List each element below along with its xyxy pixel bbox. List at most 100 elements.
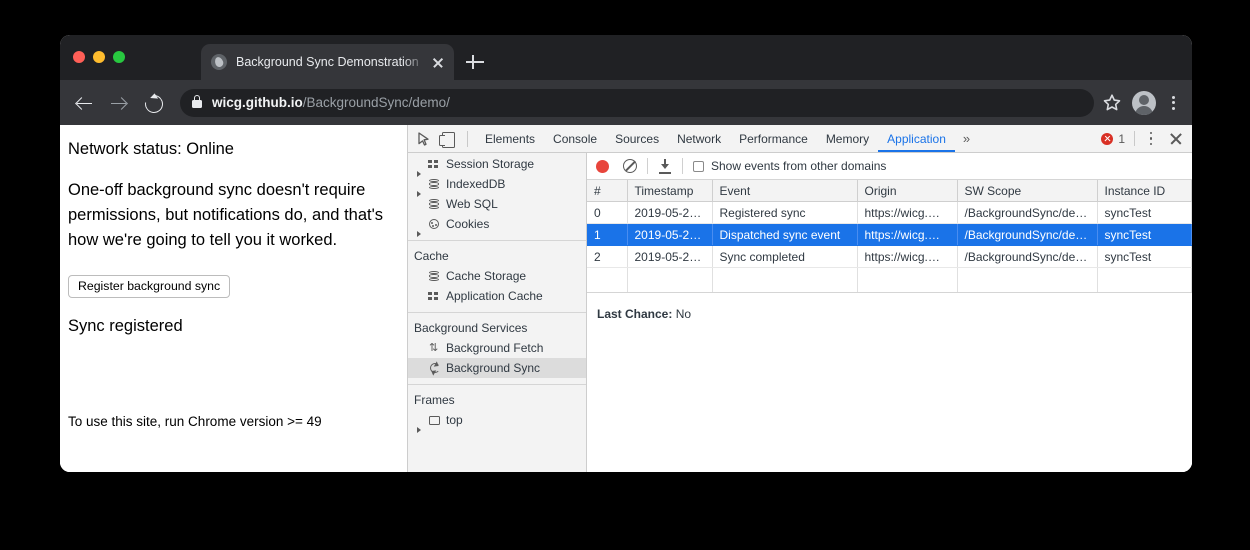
table-row[interactable]: 1 2019-05-2… Dispatched sync event https… [587, 224, 1192, 246]
arrow-right-icon [111, 96, 126, 111]
address-bar[interactable]: wicg.github.io/BackgroundSync/demo/ [180, 89, 1094, 117]
minimize-window-button[interactable] [93, 51, 105, 63]
cell-number: 1 [587, 224, 627, 246]
reload-icon [141, 91, 166, 116]
window-controls [73, 51, 125, 63]
toolbar-divider [682, 158, 683, 174]
toolbar-divider [647, 158, 648, 174]
browser-tab[interactable]: Background Sync Demonstration [201, 44, 454, 80]
sidebar-item-session-storage[interactable]: Session Storage [408, 154, 586, 174]
navigation-toolbar: wicg.github.io/BackgroundSync/demo/ [60, 80, 1192, 125]
grid-icon [426, 286, 444, 306]
sidebar-item-label: Background Sync [444, 358, 540, 378]
cell-sw-scope: /BackgroundSync/de… [957, 246, 1097, 268]
sync-status-text: Sync registered [68, 317, 393, 336]
column-header-origin[interactable]: Origin [857, 180, 957, 202]
application-sidebar-tree: Session Storage IndexedDB Web SQL [408, 153, 587, 472]
sidebar-item-indexeddb[interactable]: IndexedDB [408, 174, 586, 194]
cell-origin: https://wicg.… [857, 202, 957, 224]
sidebar-item-label: Session Storage [444, 154, 534, 174]
frame-icon [426, 410, 444, 430]
background-sync-panel: Show events from other domains # [587, 153, 1192, 472]
avatar-icon[interactable] [1132, 91, 1156, 115]
sidebar-item-top-frame[interactable]: top [408, 410, 586, 430]
grid-icon [426, 154, 444, 174]
devtools-settings-kebab-icon[interactable] [1144, 130, 1158, 148]
tab-network[interactable]: Network [668, 127, 730, 151]
toolbar-divider [467, 131, 468, 147]
cell-instance-id: syncTest [1097, 246, 1192, 268]
more-tabs-icon[interactable]: » [955, 128, 978, 149]
browser-window: Background Sync Demonstration wicg.githu… [60, 35, 1192, 472]
show-other-domains-label: Show events from other domains [711, 159, 886, 173]
sidebar-item-application-cache[interactable]: Application Cache [408, 286, 586, 306]
sidebar-item-web-sql[interactable]: Web SQL [408, 194, 586, 214]
error-circle-icon [1101, 133, 1113, 145]
tab-elements[interactable]: Elements [476, 127, 544, 151]
close-icon[interactable] [430, 54, 446, 70]
kebab-menu-icon[interactable] [1164, 91, 1182, 115]
column-header-instance-id[interactable]: Instance ID [1097, 180, 1192, 202]
sidebar-header-frames: Frames [408, 384, 586, 410]
devtools-toolbar-right: 1 [1101, 130, 1192, 148]
tab-strip: Background Sync Demonstration [60, 35, 1192, 80]
cell-number: 2 [587, 246, 627, 268]
sidebar-item-label: Cache Storage [444, 266, 526, 286]
cell-event: Sync completed [712, 246, 857, 268]
column-header-timestamp[interactable]: Timestamp [627, 180, 712, 202]
show-other-domains-checkbox[interactable] [693, 161, 704, 172]
lock-icon [192, 100, 202, 108]
chrome-version-footnote: To use this site, run Chrome version >= … [68, 414, 393, 429]
cell-origin: https://wicg.… [857, 246, 957, 268]
table-header-row: # Timestamp Event Origin SW Scope Instan… [587, 180, 1192, 202]
back-button[interactable] [70, 88, 100, 118]
tab-sources[interactable]: Sources [606, 127, 668, 151]
devtools-panel: Elements Console Sources Network Perform… [408, 125, 1192, 472]
inspect-element-icon[interactable] [413, 128, 435, 150]
error-badge[interactable]: 1 [1101, 132, 1125, 146]
tab-memory[interactable]: Memory [817, 127, 878, 151]
sidebar-item-label: Web SQL [444, 194, 498, 214]
cell-origin: https://wicg.… [857, 224, 957, 246]
sidebar-item-cache-storage[interactable]: Cache Storage [408, 266, 586, 286]
sidebar-item-background-sync[interactable]: Background Sync [408, 358, 586, 378]
recording-toolbar: Show events from other domains [587, 153, 1192, 180]
plus-icon[interactable] [464, 51, 486, 73]
sidebar-item-label: top [444, 410, 463, 430]
column-header-event[interactable]: Event [712, 180, 857, 202]
table-row[interactable]: 0 2019-05-2… Registered sync https://wic… [587, 202, 1192, 224]
arrow-left-icon [77, 96, 92, 111]
tab-performance[interactable]: Performance [730, 127, 817, 151]
cell-event: Registered sync [712, 202, 857, 224]
sidebar-item-background-fetch[interactable]: ⇅ Background Fetch [408, 338, 586, 358]
tab-console[interactable]: Console [544, 127, 606, 151]
devtools-tab-bar: Elements Console Sources Network Perform… [408, 125, 1192, 153]
cell-timestamp: 2019-05-2… [627, 202, 712, 224]
tab-application[interactable]: Application [878, 127, 955, 151]
devtools-close-icon[interactable] [1166, 130, 1186, 148]
clear-no-entry-icon[interactable] [623, 159, 637, 173]
register-background-sync-button[interactable]: Register background sync [68, 275, 230, 298]
cookie-icon [426, 214, 444, 234]
cell-timestamp: 2019-05-2… [627, 224, 712, 246]
sidebar-item-cookies[interactable]: Cookies [408, 214, 586, 234]
download-icon[interactable] [658, 159, 672, 174]
sidebar-item-label: Application Cache [444, 286, 543, 306]
star-icon[interactable] [1100, 91, 1124, 115]
sidebar-item-label: Cookies [444, 214, 489, 234]
record-dot-icon[interactable] [596, 160, 609, 173]
forward-button[interactable] [104, 88, 134, 118]
cell-sw-scope: /BackgroundSync/de… [957, 224, 1097, 246]
column-header-number[interactable]: # [587, 180, 627, 202]
page-blurb: One-off background sync doesn't require … [68, 178, 393, 253]
column-header-sw-scope[interactable]: SW Scope [957, 180, 1097, 202]
sidebar-header-background-services: Background Services [408, 312, 586, 338]
sync-circular-arrows-icon [426, 358, 444, 378]
cell-timestamp: 2019-05-2… [627, 246, 712, 268]
device-toolbar-icon[interactable] [436, 128, 458, 150]
reload-button[interactable] [138, 88, 168, 118]
tab-title: Background Sync Demonstration [236, 55, 426, 69]
table-row[interactable]: 2 2019-05-2… Sync completed https://wicg… [587, 246, 1192, 268]
maximize-window-button[interactable] [113, 51, 125, 63]
close-window-button[interactable] [73, 51, 85, 63]
